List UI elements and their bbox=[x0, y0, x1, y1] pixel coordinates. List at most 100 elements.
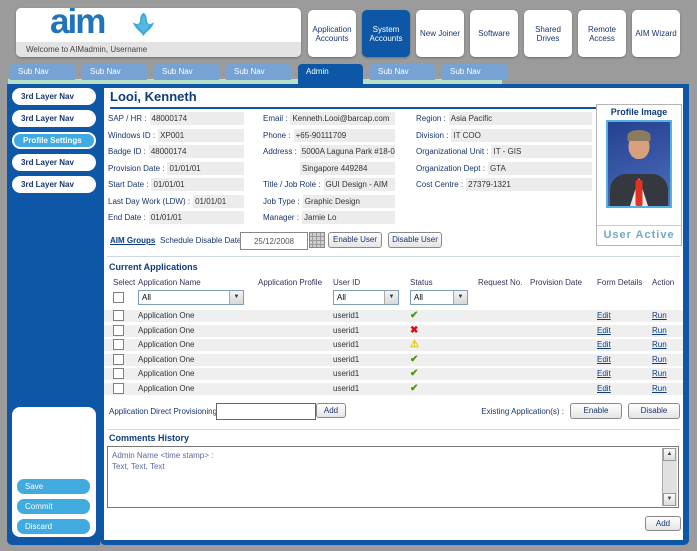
tab-admin[interactable]: Admin bbox=[298, 64, 363, 84]
sidebar-item-3rd-layer-nav-3[interactable]: 3rd Layer Nav bbox=[12, 154, 96, 171]
scroll-down-icon[interactable]: ▼ bbox=[663, 493, 676, 506]
nav-label: Software bbox=[478, 29, 510, 38]
dropdown-value: All bbox=[337, 293, 346, 302]
status-icon: ✔ bbox=[410, 368, 418, 380]
sidebar: 3rd Layer Nav 3rd Layer Nav Profile Sett… bbox=[7, 84, 100, 545]
field-value: Jamie Lo bbox=[302, 211, 395, 224]
tab-subnav-3[interactable]: Sub Nav bbox=[154, 64, 219, 80]
enable-user-button[interactable]: Enable User bbox=[328, 232, 382, 248]
sidebar-item-3rd-layer-nav-2[interactable]: 3rd Layer Nav bbox=[12, 110, 96, 127]
application-name: Application One bbox=[138, 354, 194, 366]
dropdown-value: All bbox=[142, 293, 151, 302]
scroll-up-icon[interactable]: ▲ bbox=[663, 448, 676, 461]
row-checkbox[interactable] bbox=[113, 368, 124, 379]
existing-enable-button[interactable]: Enable bbox=[570, 403, 622, 419]
select-all-checkbox[interactable] bbox=[113, 292, 124, 303]
detail-row: Start Date :01/01/01 bbox=[108, 178, 244, 191]
row-checkbox[interactable] bbox=[113, 383, 124, 394]
user-id: userid1 bbox=[333, 325, 359, 337]
field-label: Cost Centre : bbox=[416, 180, 466, 189]
chevron-down-icon[interactable]: ▼ bbox=[384, 291, 398, 304]
calendar-icon[interactable] bbox=[309, 232, 325, 248]
comments-textarea[interactable]: Admin Name <time stamp> : Text, Text, Te… bbox=[107, 446, 679, 508]
logo-row: aim bbox=[16, 8, 301, 42]
row-checkbox[interactable] bbox=[113, 325, 124, 336]
table-row: Application One userid1 ✔ Edit Run bbox=[104, 383, 683, 395]
field-label: Region : bbox=[416, 114, 449, 123]
nav-label: System Accounts bbox=[364, 25, 408, 43]
detail-row: Region :Asia Pacific bbox=[416, 112, 592, 125]
save-button[interactable]: Save bbox=[17, 479, 90, 494]
row-checkbox[interactable] bbox=[113, 310, 124, 321]
nav-shared-drives[interactable]: Shared Drives bbox=[524, 10, 572, 57]
field-value: 01/01/01 bbox=[193, 195, 244, 208]
direct-provisioning-input[interactable] bbox=[216, 403, 316, 420]
nav-system-accounts[interactable]: System Accounts bbox=[362, 10, 410, 57]
field-label: Provision Date : bbox=[108, 164, 167, 173]
commit-button[interactable]: Commit bbox=[17, 499, 90, 514]
field-value: 01/01/01 bbox=[151, 178, 244, 191]
nav-application-accounts[interactable]: Application Accounts bbox=[308, 10, 356, 57]
status-filter-dropdown[interactable]: All▼ bbox=[410, 290, 468, 305]
nav-new-joiner[interactable]: New Joiner bbox=[416, 10, 464, 57]
col-user-id: User ID bbox=[333, 278, 360, 287]
nav-software[interactable]: Software bbox=[470, 10, 518, 57]
run-link[interactable]: Run bbox=[652, 383, 667, 395]
run-link[interactable]: Run bbox=[652, 325, 667, 337]
table-row: Application One userid1 ⚠ Edit Run bbox=[104, 339, 683, 351]
edit-link[interactable]: Edit bbox=[597, 368, 611, 380]
tab-subnav-6[interactable]: Sub Nav bbox=[442, 64, 507, 80]
nav-aim-wizard[interactable]: AIM Wizard bbox=[632, 10, 680, 57]
nav-label: New Joiner bbox=[420, 29, 460, 38]
edit-link[interactable]: Edit bbox=[597, 325, 611, 337]
nav-remote-access[interactable]: Remote Access bbox=[578, 10, 626, 57]
field-value: 48000174 bbox=[150, 112, 244, 125]
nav-label: Shared Drives bbox=[526, 25, 570, 43]
edit-link[interactable]: Edit bbox=[597, 383, 611, 395]
comments-scrollbar[interactable]: ▲ ▼ bbox=[662, 448, 677, 506]
edit-link[interactable]: Edit bbox=[597, 339, 611, 351]
run-link[interactable]: Run bbox=[652, 368, 667, 380]
sidebar-item-3rd-layer-nav-1[interactable]: 3rd Layer Nav bbox=[12, 88, 96, 105]
detail-row: End Date :01/01/01 bbox=[108, 211, 244, 224]
application-name-filter-dropdown[interactable]: All ▼ bbox=[138, 290, 244, 305]
field-value: 01/01/01 bbox=[167, 162, 244, 175]
field-value: Graphic Design bbox=[303, 195, 395, 208]
field-label: Windows ID : bbox=[108, 131, 158, 140]
provisioning-add-button[interactable]: Add bbox=[316, 403, 346, 418]
detail-row: Organizational Unit :IT - GIS bbox=[416, 145, 592, 158]
discard-button[interactable]: Discard bbox=[17, 519, 90, 534]
user-id: userid1 bbox=[333, 310, 359, 322]
sidebar-item-3rd-layer-nav-4[interactable]: 3rd Layer Nav bbox=[12, 176, 96, 193]
sidebar-item-profile-settings[interactable]: Profile Settings bbox=[12, 132, 96, 149]
field-value: 01/01/01 bbox=[149, 211, 244, 224]
field-label: Badge ID : bbox=[108, 147, 149, 156]
user-id-filter-dropdown[interactable]: All ▼ bbox=[333, 290, 399, 305]
table-row: Application One userid1 ✔ Edit Run bbox=[104, 354, 683, 366]
existing-applications-label: Existing Application(s) : bbox=[452, 407, 564, 416]
disable-user-button[interactable]: Disable User bbox=[388, 232, 442, 248]
tab-subnav-2[interactable]: Sub Nav bbox=[82, 64, 147, 80]
tab-subnav-4[interactable]: Sub Nav bbox=[226, 64, 291, 80]
divider bbox=[107, 429, 680, 430]
edit-link[interactable]: Edit bbox=[597, 310, 611, 322]
chevron-down-icon[interactable]: ▼ bbox=[229, 291, 243, 304]
schedule-disable-date-input[interactable] bbox=[240, 232, 308, 250]
tab-subnav-5[interactable]: Sub Nav bbox=[370, 64, 435, 80]
aim-admin-screen: aim Welcome to AIMadmin, Username Applic… bbox=[0, 0, 697, 551]
aim-groups-link[interactable]: AIM Groups bbox=[110, 236, 155, 245]
schedule-disable-date-label: Schedule Disable Date : bbox=[160, 236, 246, 245]
status-icon: ⚠ bbox=[410, 339, 419, 351]
run-link[interactable]: Run bbox=[652, 354, 667, 366]
comments-add-button[interactable]: Add bbox=[645, 516, 681, 531]
run-link[interactable]: Run bbox=[652, 310, 667, 322]
row-checkbox[interactable] bbox=[113, 354, 124, 365]
tab-subnav-1[interactable]: Sub Nav bbox=[10, 64, 75, 80]
chevron-down-icon[interactable]: ▼ bbox=[453, 291, 467, 304]
details-column-2: Email :Kenneth.Looi@barcap.com Phone :+6… bbox=[263, 112, 395, 228]
col-request-no: Request No. bbox=[478, 278, 522, 287]
existing-disable-button[interactable]: Disable bbox=[628, 403, 680, 419]
run-link[interactable]: Run bbox=[652, 339, 667, 351]
edit-link[interactable]: Edit bbox=[597, 354, 611, 366]
row-checkbox[interactable] bbox=[113, 339, 124, 350]
